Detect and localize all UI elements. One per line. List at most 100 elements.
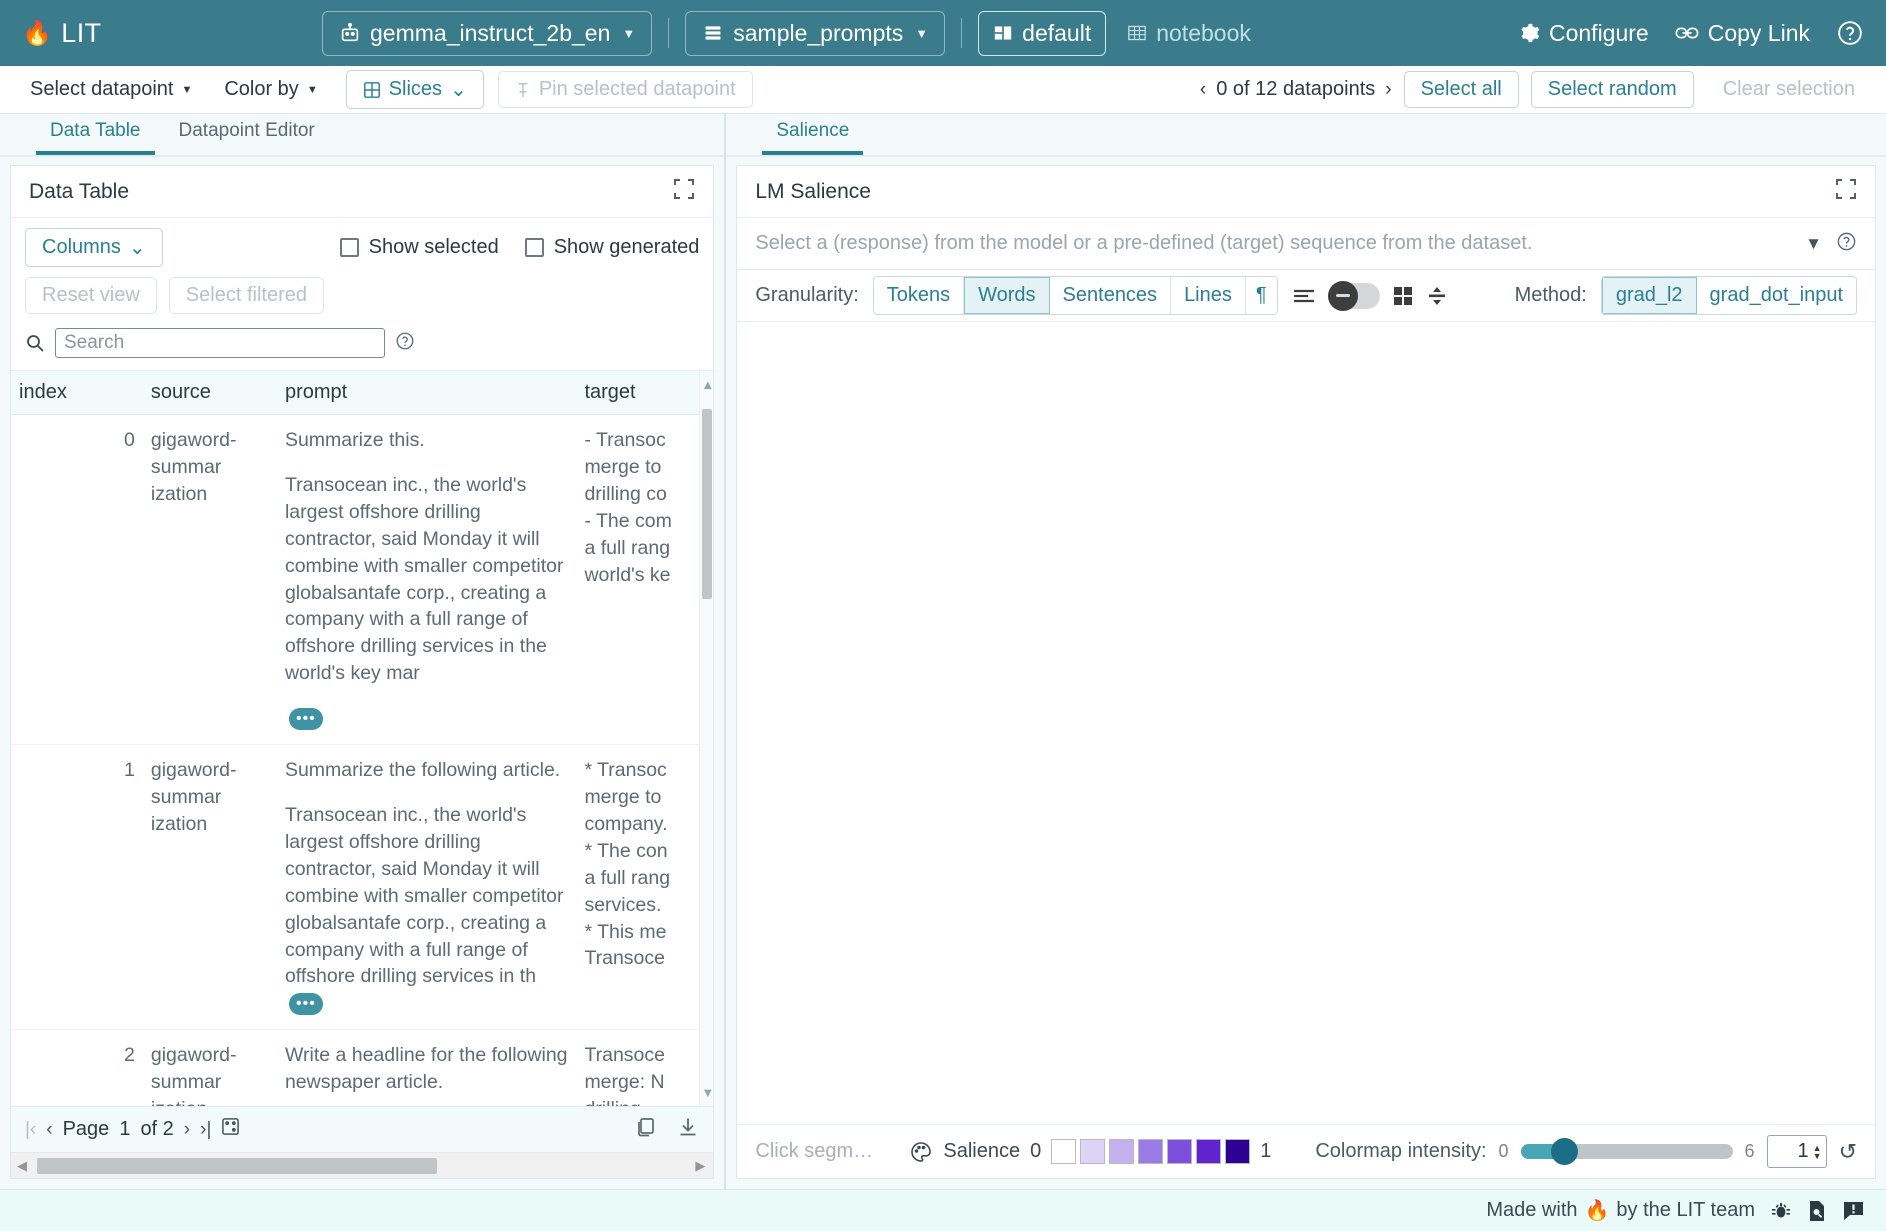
sequence-selector[interactable]: Select a (response) from the model or a … <box>737 218 1875 270</box>
method-option-grad-dot-input[interactable]: grad_dot_input <box>1697 277 1856 314</box>
prev-datapoint-arrow[interactable]: ‹ <box>1200 79 1206 101</box>
bug-icon[interactable] <box>1771 1201 1791 1221</box>
search-input[interactable] <box>55 328 385 358</box>
next-page-icon[interactable]: › <box>184 1119 190 1141</box>
expand-text-badge[interactable]: ••• <box>289 708 323 730</box>
display-mode-toggle[interactable] <box>1328 283 1380 309</box>
cell-target-line: services. <box>584 892 691 919</box>
random-page-icon[interactable] <box>221 1117 240 1142</box>
granularity-option-paragraph[interactable]: ¶ <box>1246 277 1277 314</box>
granularity-option-lines[interactable]: Lines <box>1171 277 1246 314</box>
reset-icon[interactable]: ↺ <box>1839 1139 1857 1165</box>
colormap-spinner[interactable]: 1 ▲▼ <box>1767 1135 1827 1168</box>
scroll-thumb-horizontal[interactable] <box>37 1158 437 1174</box>
right-pane: Salience LM Salience Select a (response)… <box>726 114 1886 1189</box>
documentation-icon[interactable] <box>1807 1200 1827 1222</box>
color-by-dropdown[interactable]: Color by ▼ <box>208 78 333 101</box>
tab-salience[interactable]: Salience <box>762 120 863 155</box>
help-circle-icon <box>1836 19 1864 47</box>
display-mode-controls <box>1292 283 1448 309</box>
last-page-icon[interactable]: ›| <box>200 1119 211 1141</box>
salience-canvas[interactable] <box>737 322 1875 1124</box>
layout-option-default[interactable]: default <box>978 11 1106 56</box>
copy-link-button[interactable]: Copy Link <box>1675 20 1810 47</box>
chevron-down-icon[interactable]: ▼ <box>1805 234 1822 254</box>
expand-icon[interactable] <box>673 178 695 205</box>
salience-footer: Click segm… Salience 0 <box>737 1124 1875 1178</box>
slices-button[interactable]: Slices ⌄ <box>346 70 484 109</box>
column-header-source[interactable]: source <box>143 371 277 415</box>
clear-selection-button[interactable]: Clear selection <box>1706 71 1872 108</box>
slices-label: Slices <box>389 78 442 101</box>
dataset-list-icon <box>702 23 724 43</box>
download-icon[interactable] <box>677 1116 699 1144</box>
select-filtered-button[interactable]: Select filtered <box>169 277 324 314</box>
method-option-grad-l2[interactable]: grad_l2 <box>1602 277 1697 314</box>
tab-datapoint-editor[interactable]: Datapoint Editor <box>165 120 329 155</box>
tab-salience-label: Salience <box>776 120 849 141</box>
layout-option-notebook-label: notebook <box>1156 20 1251 47</box>
next-datapoint-arrow[interactable]: › <box>1385 79 1391 101</box>
chevron-down-icon: ⌄ <box>450 77 467 102</box>
scroll-down-arrow[interactable]: ▼ <box>701 1085 713 1100</box>
expand-text-badge[interactable]: ••• <box>289 993 323 1015</box>
palette-icon[interactable] <box>909 1140 933 1164</box>
configure-button[interactable]: Configure <box>1518 20 1649 47</box>
table-vertical-scrollbar[interactable]: ▲ ▼ <box>699 371 713 1106</box>
granularity-option-sentences[interactable]: Sentences <box>1050 277 1172 314</box>
grid-view-icon[interactable] <box>1392 285 1414 307</box>
select-datapoint-dropdown[interactable]: Select datapoint ▼ <box>14 78 208 101</box>
help-circle-icon[interactable] <box>395 331 415 356</box>
tab-data-table[interactable]: Data Table <box>36 120 155 155</box>
help-button[interactable] <box>1836 19 1864 47</box>
layout-panels-icon <box>993 24 1013 42</box>
column-header-index[interactable]: index <box>11 371 143 415</box>
table-horizontal-scrollbar[interactable]: ◀ ▶ <box>11 1152 713 1178</box>
copy-icon[interactable] <box>635 1116 657 1144</box>
cell-target-line: merge: N <box>584 1069 691 1096</box>
granularity-option-words[interactable]: Words <box>964 277 1049 314</box>
feedback-icon[interactable] <box>1843 1201 1864 1221</box>
colormap-slider[interactable] <box>1521 1144 1733 1159</box>
scroll-right-arrow[interactable]: ▶ <box>695 1158 705 1174</box>
table-row[interactable]: 1 gigaword-summar ization Summarize the … <box>11 745 699 1030</box>
show-generated-checkbox[interactable]: Show generated <box>525 236 700 259</box>
chevron-down-icon: ⌄ <box>129 235 146 260</box>
cell-target-line: a full rang <box>584 865 691 892</box>
help-circle-icon[interactable] <box>1836 231 1857 257</box>
dense-lines-icon[interactable] <box>1292 287 1316 305</box>
select-all-button[interactable]: Select all <box>1404 71 1519 108</box>
spinner-arrows[interactable]: ▲▼ <box>1813 1144 1822 1160</box>
table-row[interactable]: 2 gigaword-summar ization Write a headli… <box>11 1030 699 1106</box>
table-row[interactable]: 0 gigaword-summar ization Summarize this… <box>11 415 699 745</box>
columns-dropdown-button[interactable]: Columns ⌄ <box>25 228 163 267</box>
dataset-selector[interactable]: sample_prompts ▼ <box>685 11 945 56</box>
granularity-option-tokens[interactable]: Tokens <box>874 277 964 314</box>
clear-selection-label: Clear selection <box>1723 78 1855 101</box>
layout-option-notebook[interactable]: notebook <box>1112 11 1266 56</box>
app-title: LIT <box>61 18 101 49</box>
scroll-left-arrow[interactable]: ◀ <box>17 1158 27 1174</box>
column-header-target[interactable]: target <box>576 371 699 415</box>
scroll-thumb[interactable] <box>702 409 712 599</box>
scroll-up-arrow[interactable]: ▲ <box>701 377 713 392</box>
reset-view-button[interactable]: Reset view <box>25 277 157 314</box>
toggle-knob <box>1328 281 1358 311</box>
select-random-label: Select random <box>1548 78 1677 101</box>
expand-icon[interactable] <box>1835 178 1857 205</box>
spinner-value: 1 <box>1798 1140 1809 1163</box>
prev-page-icon[interactable]: ‹ <box>46 1119 52 1141</box>
first-page-icon[interactable]: |‹ <box>25 1119 36 1141</box>
colormap-intensity-control: Colormap intensity: 0 6 1 ▲▼ ↺ <box>1315 1135 1857 1168</box>
salience-toolbar: Granularity: Tokens Words Sentences Line… <box>737 270 1875 322</box>
slider-min-label: 0 <box>1499 1141 1509 1162</box>
slider-knob[interactable] <box>1551 1138 1578 1165</box>
column-header-prompt[interactable]: prompt <box>277 371 576 415</box>
show-selected-checkbox[interactable]: Show selected <box>340 236 499 259</box>
model-selector[interactable]: gemma_instruct_2b_en ▼ <box>322 11 652 56</box>
select-datapoint-label: Select datapoint <box>30 78 173 101</box>
layout-option-default-label: default <box>1022 20 1091 47</box>
select-random-button[interactable]: Select random <box>1531 71 1694 108</box>
divide-icon[interactable] <box>1426 285 1448 307</box>
pin-selected-datapoint-button[interactable]: Pin selected datapoint <box>498 71 753 108</box>
